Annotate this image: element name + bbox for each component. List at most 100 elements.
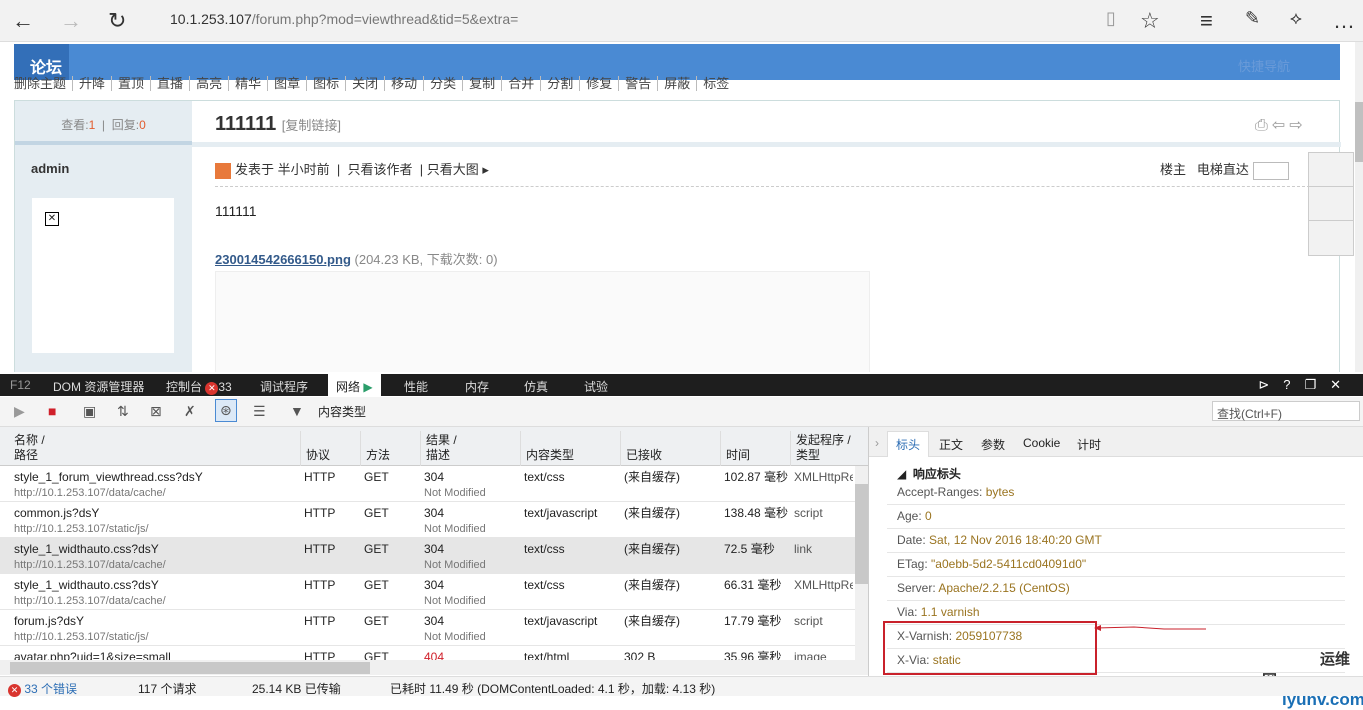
floating-panel[interactable] (1308, 152, 1354, 256)
refresh-icon[interactable]: ↻ (108, 8, 126, 34)
mod-action[interactable]: 合并 (502, 76, 542, 91)
tab-console[interactable]: 控制台 ✕ 33 (166, 378, 232, 395)
table-row[interactable]: style_1_widthauto.css?dsY http://10.1.253… (0, 538, 855, 574)
timing-summary: 已耗时 11.49 秒 (DOMContentLoaded: 4.1 秒，加载:… (390, 682, 716, 696)
user-icon (215, 162, 231, 179)
cell-time: 102.87 毫秒 (724, 470, 788, 484)
column-header[interactable]: 发起程序 / 类型 (790, 431, 855, 466)
clear-entries-icon[interactable]: ⊛ (215, 399, 237, 422)
cell-recv: (来自缓存) (624, 506, 680, 520)
tab-headers[interactable]: 标头 (887, 431, 930, 457)
tab-memory[interactable]: 内存 (465, 378, 489, 395)
clear-cookies-icon[interactable]: ✗ (184, 403, 196, 420)
mod-action[interactable]: 分类 (424, 76, 464, 91)
mod-action[interactable]: 分割 (541, 76, 581, 91)
column-header[interactable]: 结果 / 描述 (420, 431, 520, 466)
reading-view-icon[interactable]: ▯ (1106, 8, 1116, 29)
collapse-icon[interactable]: › (875, 436, 879, 450)
tab-network[interactable]: 网络 ▶ (328, 374, 381, 396)
attachment-link[interactable]: 230014542666150.png (215, 252, 351, 267)
play-icon: ▶ (363, 380, 373, 394)
mod-action[interactable]: 高亮 (190, 76, 230, 91)
author-name[interactable]: admin (31, 161, 69, 176)
response-headers-section[interactable]: ◢ 响应标头 (897, 465, 961, 482)
tab-experiments[interactable]: 试验 (584, 378, 608, 395)
only-author-link[interactable]: 只看该作者 (347, 162, 412, 177)
back-icon[interactable]: ← (12, 8, 34, 34)
tab-f12[interactable]: F12 (10, 378, 31, 392)
start-icon[interactable]: ▶ (14, 403, 25, 420)
table-row[interactable]: forum.js?dsY http://10.1.253.107/static/j… (0, 610, 855, 646)
favorite-star-icon[interactable]: ☆ (1140, 8, 1160, 34)
print-prev-next-icons[interactable]: ⎙⇦⇨ (1255, 115, 1307, 135)
cell-method: GET (364, 506, 389, 520)
table-horizontal-scrollbar[interactable] (0, 660, 868, 675)
tab-emulation[interactable]: 仿真 (524, 378, 548, 395)
page-scrollbar[interactable] (1355, 42, 1363, 372)
table-row[interactable]: common.js?dsY http://10.1.253.107/static/… (0, 502, 855, 538)
only-big-image-link[interactable]: 只看大图 (427, 162, 479, 177)
column-header[interactable]: 时间 (720, 431, 790, 466)
find-input[interactable]: 查找(Ctrl+F) (1212, 401, 1360, 421)
column-header[interactable]: 已接收 (620, 431, 720, 466)
devtools-window-controls[interactable]: ⊳?❐✕ (1258, 377, 1355, 393)
clear-list-icon[interactable]: ☰ (253, 403, 266, 420)
mod-action[interactable]: 图标 (307, 76, 347, 91)
tab-performance[interactable]: 性能 (404, 378, 428, 395)
column-header[interactable]: 方法 (360, 431, 420, 466)
table-row[interactable]: style_1_forum_viewthread.css?dsY http://1… (0, 466, 855, 502)
mod-action[interactable]: 标签 (697, 76, 735, 91)
floor-jump-input[interactable] (1252, 161, 1289, 180)
tab-timing[interactable]: 计时 (1077, 436, 1101, 453)
annotation-arrow (1094, 625, 1206, 631)
mod-action[interactable]: 升降 (73, 76, 113, 91)
requests-count: 117 个请求 (138, 682, 197, 696)
mod-action[interactable]: 修复 (580, 76, 620, 91)
mod-action[interactable]: 图章 (268, 76, 308, 91)
mod-action[interactable]: 删除主题 (14, 76, 74, 91)
address-bar[interactable]: 10.1.253.107/forum.php?mod=viewthread&ti… (170, 11, 518, 27)
tab-params[interactable]: 参数 (981, 436, 1005, 453)
network-table-header: 名称 / 路径 协议 方法 结果 / 描述 内容类型 已接收 时间 发起程序 / 类型 (0, 427, 868, 466)
post-sidebar: 查看:1 | 回复:0 admin ✕ (15, 101, 192, 372)
mod-action[interactable]: 关闭 (346, 76, 386, 91)
hub-icon[interactable]: ≡ (1200, 8, 1213, 34)
cell-code: 304 Not Modified (424, 614, 486, 643)
mod-action[interactable]: 屏蔽 (658, 76, 698, 91)
column-header[interactable]: 名称 / 路径 (0, 431, 300, 466)
table-row[interactable]: style_1_widthauto.css?dsY http://10.1.253… (0, 574, 855, 610)
column-header[interactable]: 内容类型 (520, 431, 620, 466)
tab-dom-explorer[interactable]: DOM 资源管理器 (53, 378, 144, 395)
save-icon[interactable]: ▣ (83, 403, 96, 420)
filter-content-type[interactable]: 内容类型 (318, 403, 366, 420)
mod-action[interactable]: 警告 (619, 76, 659, 91)
broken-image-icon: ✕ (45, 212, 59, 226)
cell-recv: (来自缓存) (624, 578, 680, 592)
response-header: ETag: "a0ebb-5d2-5411cd04091d0" (887, 553, 1345, 577)
response-header: Accept-Ranges: bytes (887, 481, 1345, 505)
avatar[interactable]: ✕ (32, 198, 174, 353)
tab-cookie[interactable]: Cookie (1023, 436, 1060, 450)
column-header[interactable]: 协议 (300, 431, 360, 466)
filter-icon[interactable]: ▼ (290, 403, 304, 419)
more-icon[interactable]: … (1333, 8, 1355, 34)
import-icon[interactable]: ⇅ (117, 403, 129, 420)
mod-action[interactable]: 复制 (463, 76, 503, 91)
web-note-icon[interactable]: ✎ (1245, 8, 1260, 29)
quick-nav[interactable]: 快捷导航 (1238, 56, 1290, 75)
attachment-image[interactable] (215, 271, 870, 372)
copy-link[interactable]: [复制链接] (282, 118, 341, 133)
mod-action[interactable]: 直播 (151, 76, 191, 91)
clear-session-icon[interactable]: ⊠ (150, 403, 162, 420)
share-icon[interactable]: ⟡ (1290, 8, 1302, 29)
tab-debugger[interactable]: 调试程序 (260, 378, 308, 395)
tab-body[interactable]: 正文 (939, 436, 963, 453)
post: 查看:1 | 回复:0 admin ✕ 111111 [复制链接] ⎙⇦⇨ 发表… (14, 100, 1341, 372)
mod-action[interactable]: 移动 (385, 76, 425, 91)
stop-icon[interactable]: ■ (48, 403, 56, 419)
mod-action[interactable]: 精华 (229, 76, 269, 91)
forward-icon[interactable]: → (60, 8, 82, 34)
errors-status[interactable]: ✕ 33 个错误 (8, 680, 77, 697)
mod-action[interactable]: 置顶 (112, 76, 152, 91)
table-scrollbar[interactable] (855, 466, 868, 660)
